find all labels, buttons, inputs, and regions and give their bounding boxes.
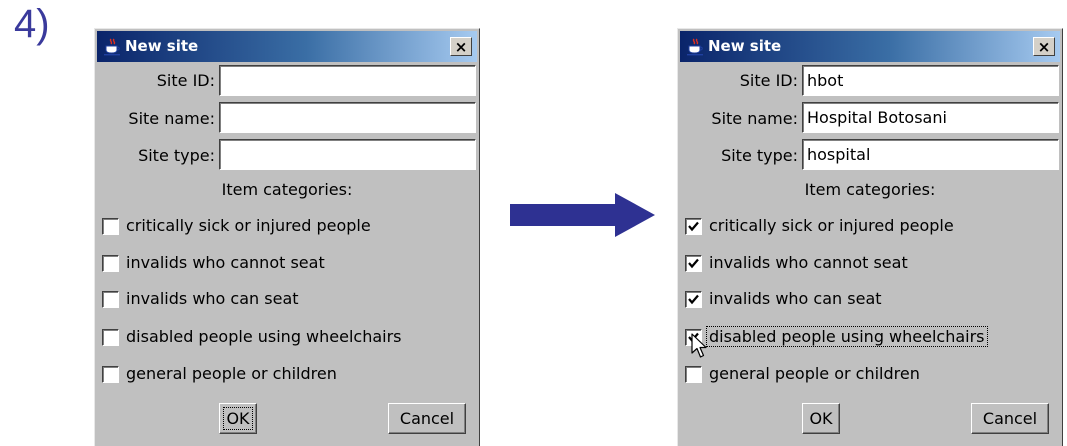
category-checkbox[interactable] — [685, 291, 702, 308]
step-number-label: 4) — [14, 2, 50, 46]
ok-button[interactable]: OK — [219, 403, 257, 434]
category-label[interactable]: general people or children — [124, 364, 339, 383]
dialog-titlebar[interactable]: New site × — [97, 31, 477, 62]
category-checkbox[interactable] — [685, 218, 702, 235]
category-label[interactable]: invalids who can seat — [124, 289, 301, 308]
category-label[interactable]: invalids who can seat — [707, 289, 884, 308]
dialog-title: New site — [125, 37, 199, 55]
new-site-dialog-after: New site × Site ID: Site name: Site type… — [677, 28, 1063, 446]
mouse-pointer-icon — [691, 333, 707, 358]
category-checkbox[interactable] — [102, 366, 119, 383]
checkmark-icon — [688, 258, 699, 269]
category-checkbox[interactable] — [102, 329, 119, 346]
java-cup-icon — [104, 38, 120, 56]
site-type-input[interactable] — [802, 139, 1059, 170]
item-categories-heading: Item categories: — [804, 180, 936, 199]
category-label[interactable]: general people or children — [707, 364, 922, 383]
category-checkbox[interactable] — [102, 255, 119, 272]
java-cup-icon — [687, 38, 703, 56]
category-checkbox[interactable] — [102, 218, 119, 235]
ok-button-label: OK — [223, 407, 253, 430]
site-id-label: Site ID: — [739, 71, 798, 90]
close-button[interactable]: × — [1033, 37, 1055, 56]
category-label[interactable]: disabled people using wheelchairs — [124, 327, 404, 346]
new-site-dialog-before: New site × Site ID: Site name: Site type… — [94, 28, 480, 446]
ok-button[interactable]: OK — [802, 403, 840, 434]
category-checkbox[interactable] — [102, 291, 119, 308]
site-id-label: Site ID: — [156, 71, 215, 90]
ok-button-label: OK — [809, 409, 833, 428]
cancel-button[interactable]: Cancel — [971, 403, 1049, 434]
site-type-input[interactable] — [219, 139, 476, 170]
category-label[interactable]: invalids who cannot seat — [124, 253, 327, 272]
site-type-label: Site type: — [721, 146, 798, 165]
site-name-label: Site name: — [711, 109, 798, 128]
category-checkbox[interactable] — [685, 255, 702, 272]
category-label[interactable]: invalids who cannot seat — [707, 253, 910, 272]
site-id-input[interactable] — [802, 65, 1059, 96]
site-id-input[interactable] — [219, 65, 476, 96]
dialog-titlebar[interactable]: New site × — [680, 31, 1060, 62]
dialog-title: New site — [708, 37, 782, 55]
category-label[interactable]: critically sick or injured people — [707, 216, 956, 235]
close-icon: × — [454, 37, 468, 56]
site-type-label: Site type: — [138, 146, 215, 165]
right-arrow-icon — [510, 193, 655, 237]
checkmark-icon — [688, 294, 699, 305]
item-categories-heading: Item categories: — [221, 180, 353, 199]
category-checkbox[interactable] — [685, 366, 702, 383]
cancel-button[interactable]: Cancel — [388, 403, 466, 434]
site-name-label: Site name: — [128, 109, 215, 128]
category-label[interactable]: critically sick or injured people — [124, 216, 373, 235]
site-name-input[interactable] — [802, 102, 1059, 133]
site-name-input[interactable] — [219, 102, 476, 133]
category-label[interactable]: disabled people using wheelchairs — [706, 326, 988, 347]
close-button[interactable]: × — [450, 37, 472, 56]
close-icon: × — [1037, 37, 1051, 56]
checkmark-icon — [688, 221, 699, 232]
